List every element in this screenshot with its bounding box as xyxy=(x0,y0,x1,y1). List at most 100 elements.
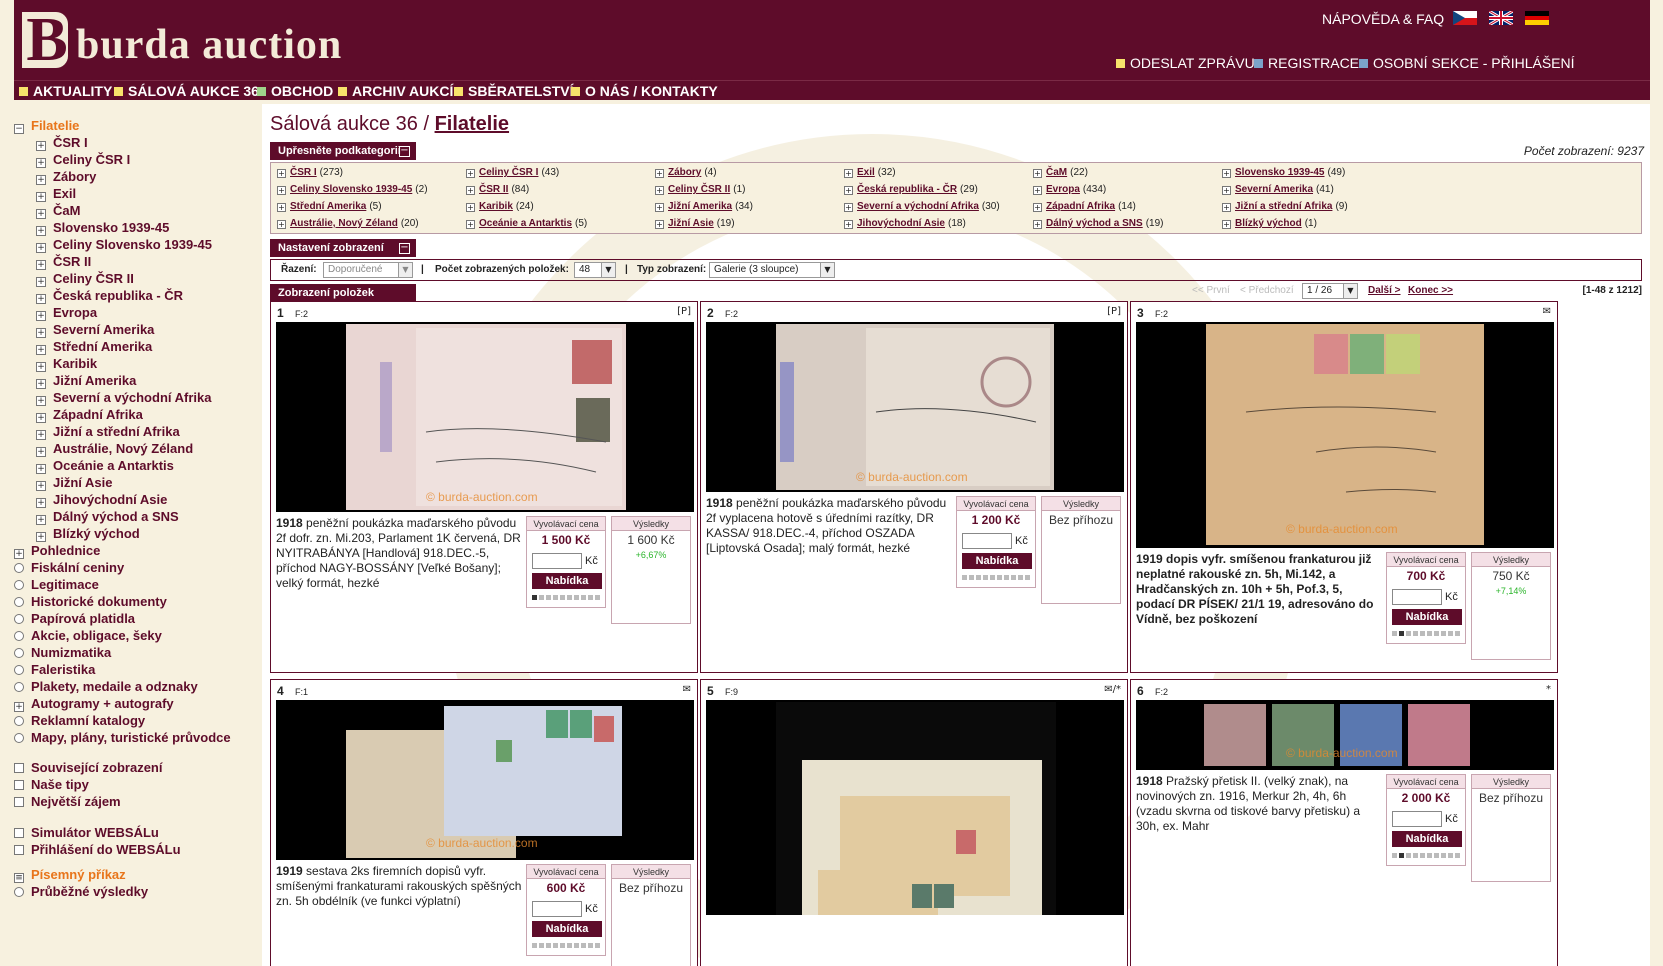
plus-icon[interactable]: + xyxy=(844,203,853,212)
sidebar-item[interactable]: Historické dokumenty xyxy=(14,594,167,610)
subcategory-item[interactable]: + ČaM (22) xyxy=(1033,167,1088,179)
plus-icon[interactable]: + xyxy=(36,532,46,542)
sidebar-item[interactable]: Akcie, obligace, šeky xyxy=(14,628,162,644)
lot-card[interactable]: 1 F:2 [P] © burda-auction.com 1918 peněžní p… xyxy=(270,301,698,673)
subcategory-item[interactable]: + Střední Amerika (5) xyxy=(277,201,382,213)
subcategory-link[interactable]: ČSR I xyxy=(290,167,317,178)
plus-icon[interactable]: + xyxy=(36,379,46,389)
nav-archiv-aukci[interactable]: ARCHIV AUKCÍ xyxy=(338,83,453,99)
help-link[interactable]: NÁPOVĚDA & FAQ xyxy=(1322,11,1444,27)
bid-input[interactable] xyxy=(962,533,1012,549)
bid-button[interactable]: Nabídka xyxy=(532,921,602,937)
subcategory-link[interactable]: Západní Afrika xyxy=(1046,201,1115,212)
subcategory-item[interactable]: + Dálný východ a SNS (19) xyxy=(1033,218,1164,230)
sidebar-item[interactable]: Reklamní katalogy xyxy=(14,713,145,729)
subcategory-link[interactable]: Oceánie a Antarktis xyxy=(479,218,572,229)
plus-icon[interactable]: + xyxy=(466,186,475,195)
lot-photo[interactable]: © burda-auction.com xyxy=(706,322,1124,492)
sidebar-subitem[interactable]: + Jižní Amerika xyxy=(36,373,136,389)
plus-icon[interactable]: + xyxy=(36,362,46,372)
sidebar-extra-item[interactable]: Naše tipy xyxy=(14,777,89,793)
subcategory-item[interactable]: + Blízký východ (1) xyxy=(1222,218,1317,230)
nav-salova-aukce[interactable]: SÁLOVÁ AUKCE 36 xyxy=(114,83,259,99)
sidebar-subitem[interactable]: + Celiny ČSR I xyxy=(36,152,130,168)
plus-icon[interactable]: + xyxy=(844,169,853,178)
subcategory-link[interactable]: Severní a východní Afrika xyxy=(857,201,979,212)
plus-icon[interactable]: + xyxy=(36,464,46,474)
bid-input[interactable] xyxy=(1392,811,1442,827)
lot-card[interactable]: 6 F:2 * © burda-auction.com 1918 Pražský pře… xyxy=(1130,679,1558,966)
sidebar-item[interactable]: + Autogramy + autografy xyxy=(14,696,174,712)
plus-icon[interactable]: + xyxy=(466,169,475,178)
title-link[interactable]: Filatelie xyxy=(435,113,509,135)
subcategory-link[interactable]: Celiny Slovensko 1939-45 xyxy=(290,184,412,195)
czech-flag-icon[interactable] xyxy=(1453,11,1477,25)
plus-icon[interactable]: + xyxy=(36,260,46,270)
plus-icon[interactable]: + xyxy=(1033,220,1042,229)
sidebar-item[interactable]: Faleristika xyxy=(14,662,95,678)
subcategory-link[interactable]: Jižní a střední Afrika xyxy=(1235,201,1332,212)
sidebar-subitem[interactable]: + Jihovýchodní Asie xyxy=(36,492,167,508)
subcategory-item[interactable]: + Exil (32) xyxy=(844,167,896,179)
subcategory-item[interactable]: + Oceánie a Antarktis (5) xyxy=(466,218,587,230)
plus-icon[interactable]: + xyxy=(36,192,46,202)
collapse-icon[interactable]: − xyxy=(399,243,410,254)
subcategory-item[interactable]: + Karibik (24) xyxy=(466,201,534,213)
plus-icon[interactable]: + xyxy=(466,220,475,229)
plus-icon[interactable]: + xyxy=(466,203,475,212)
lot-card[interactable]: 5 F:9 ✉/* xyxy=(700,679,1128,966)
plus-icon[interactable]: + xyxy=(277,169,286,178)
collapse-icon[interactable]: − xyxy=(399,146,410,157)
sidebar-item[interactable]: + Pohlednice xyxy=(14,543,100,559)
plus-icon[interactable]: + xyxy=(1033,203,1042,212)
checkbox-icon[interactable] xyxy=(14,763,24,773)
subcategory-link[interactable]: Jihovýchodní Asie xyxy=(857,218,945,229)
plus-icon[interactable]: + xyxy=(655,186,664,195)
plus-icon[interactable]: + xyxy=(655,203,664,212)
plus-icon[interactable]: + xyxy=(36,311,46,321)
plus-icon[interactable]: + xyxy=(36,481,46,491)
subcategory-link[interactable]: Střední Amerika xyxy=(290,201,366,212)
sidebar-subitem[interactable]: + Karibik xyxy=(36,356,97,372)
sidebar-item[interactable]: Numizmatika xyxy=(14,645,111,661)
sidebar-results[interactable]: Průběžné výsledky xyxy=(14,884,148,900)
lot-card[interactable]: 3 F:2 ✉ © burda-auction.com 1919 dopis vyfr.… xyxy=(1130,301,1558,673)
plus-icon[interactable]: + xyxy=(277,186,286,195)
subcategory-link[interactable]: ČSR II xyxy=(479,184,508,195)
plus-icon[interactable]: + xyxy=(36,413,46,423)
sidebar-subitem[interactable]: + Blízký východ xyxy=(36,526,140,542)
plus-icon[interactable]: + xyxy=(36,515,46,525)
lot-photo[interactable]: © burda-auction.com xyxy=(1136,322,1554,548)
plus-icon[interactable]: + xyxy=(277,203,286,212)
settings-header[interactable]: Nastavení zobrazení − xyxy=(270,239,416,257)
sidebar-subitem[interactable]: + Zábory xyxy=(36,169,96,185)
subcategory-item[interactable]: + Slovensko 1939-45 (49) xyxy=(1222,167,1345,179)
sidebar-subitem[interactable]: + Exil xyxy=(36,186,76,202)
send-message-link[interactable]: ODESLAT ZPRÁVU xyxy=(1116,55,1255,71)
sidebar-websal-item[interactable]: Přihlášení do WEBSÁLu xyxy=(14,842,181,858)
register-link[interactable]: REGISTRACE xyxy=(1254,55,1359,71)
sidebar-subitem[interactable]: + Česká republika - ČR xyxy=(36,288,183,304)
sidebar-subitem[interactable]: + Celiny ČSR II xyxy=(36,271,134,287)
subcategory-item[interactable]: + Severní Amerika (41) xyxy=(1222,184,1334,196)
sidebar-item[interactable]: Plakety, medaile a odznaky xyxy=(14,679,198,695)
pager-last[interactable]: Konec >> xyxy=(1408,282,1453,300)
sidebar-subitem[interactable]: + Severní Amerika xyxy=(36,322,154,338)
pager-first[interactable]: << První xyxy=(1192,282,1230,300)
sidebar-subitem[interactable]: + ČSR II xyxy=(36,254,91,270)
plus-icon[interactable]: + xyxy=(277,220,286,229)
sidebar-item-filatelie[interactable]: − Filatelie xyxy=(14,118,79,134)
lot-card[interactable]: 4 F:1 ✉ © burda-auction.com 1919 sestava 2ks… xyxy=(270,679,698,966)
plus-icon[interactable]: + xyxy=(1222,203,1231,212)
subcategory-item[interactable]: + Jihovýchodní Asie (18) xyxy=(844,218,966,230)
subcategory-item[interactable]: + Severní a východní Afrika (30) xyxy=(844,201,1000,213)
lot-photo[interactable]: © burda-auction.com xyxy=(1136,700,1554,770)
plus-icon[interactable]: + xyxy=(36,175,46,185)
plus-icon[interactable]: + xyxy=(14,549,24,559)
plus-icon[interactable]: + xyxy=(36,396,46,406)
logo-text[interactable]: burda auction xyxy=(76,18,342,72)
plus-icon[interactable]: + xyxy=(36,209,46,219)
plus-icon[interactable]: + xyxy=(655,169,664,178)
subcategory-item[interactable]: + Austrálie, Nový Zéland (20) xyxy=(277,218,419,230)
sidebar-item[interactable]: Mapy, plány, turistické průvodce xyxy=(14,730,231,746)
